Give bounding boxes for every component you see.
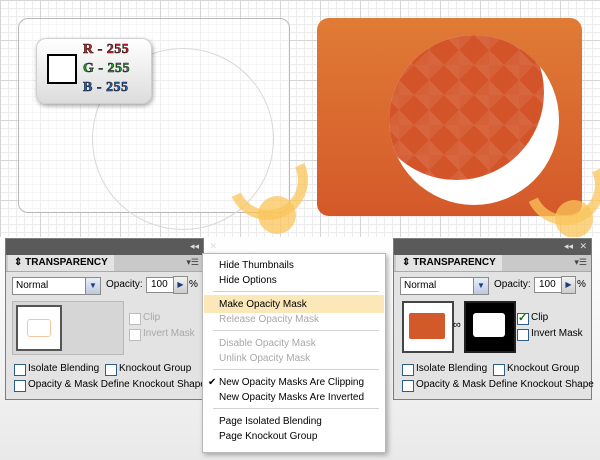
knockout-group-label: Knockout Group <box>119 363 192 374</box>
opacity-mask-knockout-checkbox[interactable] <box>402 380 414 392</box>
blend-mode-select[interactable]: Normal ▼ <box>12 277 101 295</box>
knockout-group-checkbox[interactable] <box>105 364 117 376</box>
panel-flyout-menu: Hide Thumbnails Hide Options Make Opacit… <box>202 253 386 453</box>
swoosh-dot <box>555 200 593 238</box>
panel-titlebar[interactable]: ◂◂ ✕ <box>394 239 591 255</box>
isolate-blending-label: Isolate Blending <box>28 363 100 374</box>
dropdown-arrow-icon: ▼ <box>85 278 100 294</box>
invert-mask-label: Invert Mask <box>531 328 583 339</box>
knockout-group-checkbox[interactable] <box>493 364 505 376</box>
blue-value: B - 255 <box>83 80 129 96</box>
opacity-input[interactable]: 100 <box>534 277 562 293</box>
clip-label: Clip <box>531 312 549 323</box>
percent-sign: % <box>189 279 198 290</box>
isolate-blending-checkbox[interactable] <box>14 364 26 376</box>
invert-mask-label: Invert Mask <box>143 328 195 339</box>
dropdown-arrow-icon: ▼ <box>473 278 488 294</box>
menu-item-unlink-opacity-mask[interactable]: Unlink Opacity Mask <box>219 353 310 364</box>
white-swatch <box>47 54 77 84</box>
tab-arrow-icon: ⇕ <box>402 257 411 268</box>
percent-sign: % <box>577 279 586 290</box>
menu-item-make-opacity-mask[interactable]: Make Opacity Mask <box>219 299 307 310</box>
mask-shape <box>473 313 505 337</box>
thumbnail-area <box>12 301 124 355</box>
artwork-thumbnail[interactable] <box>16 305 62 351</box>
artwork-thumbnail[interactable] <box>402 301 454 353</box>
menu-item-disable-opacity-mask[interactable]: Disable Opacity Mask <box>219 338 316 349</box>
thumbnail-shape <box>27 319 51 337</box>
opacity-input[interactable]: 100 <box>146 277 174 293</box>
tab-transparency[interactable]: ⇕ TRANSPARENCY <box>8 255 114 271</box>
opacity-mask-knockout-label: Opacity & Mask Define Knockout Shape <box>28 379 206 390</box>
menu-item-release-opacity-mask[interactable]: Release Opacity Mask <box>219 314 319 325</box>
checkmark-icon: ✔ <box>208 377 217 388</box>
red-value: R - 255 <box>83 42 130 58</box>
clip-checkbox[interactable]: ✓ <box>517 312 529 325</box>
green-value: G - 255 <box>83 61 131 77</box>
opacity-mask-knockout-label: Opacity & Mask Define Knockout Shape <box>416 379 594 390</box>
invert-mask-checkbox[interactable] <box>129 329 141 341</box>
blend-mode-select[interactable]: Normal ▼ <box>400 277 489 295</box>
rgb-color-badge: R - 255 G - 255 B - 255 <box>36 38 152 104</box>
opacity-dropdown-button[interactable]: ▶ <box>173 276 188 294</box>
masked-orange-circle <box>389 35 544 180</box>
menu-item-new-masks-inverted[interactable]: New Opacity Masks Are Inverted <box>219 392 364 403</box>
mask-thumbnail[interactable] <box>464 301 516 353</box>
opacity-label: Opacity: <box>106 279 143 290</box>
panel-menu-icon[interactable]: ▾☰ <box>186 257 199 268</box>
opacity-mask-knockout-checkbox[interactable] <box>14 380 26 392</box>
thumbnail-shape <box>409 313 445 339</box>
panel-menu-icon[interactable]: ▾☰ <box>574 257 587 268</box>
menu-divider <box>213 408 379 409</box>
collapse-icon[interactable]: ◂◂ <box>190 241 199 252</box>
artwork-canvas: R - 255 G - 255 B - 255 <box>0 0 600 238</box>
close-icon[interactable]: ✕ <box>209 241 217 252</box>
opacity-label: Opacity: <box>494 279 531 290</box>
swoosh-dot <box>258 196 296 234</box>
clip-label: Clip <box>143 312 161 323</box>
panel-titlebar[interactable]: ◂◂ ✕ <box>6 239 217 255</box>
transparency-panel-left: ◂◂ ✕ ⇕ TRANSPARENCY ▾☰ Normal ▼ Opacity:… <box>5 238 217 400</box>
opacity-dropdown-button[interactable]: ▶ <box>561 276 576 294</box>
menu-divider <box>213 330 379 331</box>
invert-mask-checkbox[interactable] <box>517 329 529 341</box>
close-icon[interactable]: ✕ <box>579 241 587 252</box>
menu-divider <box>213 291 379 292</box>
isolate-blending-label: Isolate Blending <box>416 363 488 374</box>
link-icon[interactable]: ∞ <box>453 319 461 331</box>
menu-divider <box>213 369 379 370</box>
tab-transparency[interactable]: ⇕ TRANSPARENCY <box>396 255 502 271</box>
menu-item-page-isolated-blending[interactable]: Page Isolated Blending <box>219 416 322 427</box>
collapse-icon[interactable]: ◂◂ <box>564 241 573 252</box>
menu-item-hide-options[interactable]: Hide Options <box>219 275 277 286</box>
menu-item-page-knockout-group[interactable]: Page Knockout Group <box>219 431 317 442</box>
clip-checkbox[interactable] <box>129 313 141 325</box>
knockout-group-label: Knockout Group <box>507 363 580 374</box>
menu-item-new-masks-clipping[interactable]: New Opacity Masks Are Clipping <box>219 377 364 388</box>
transparency-panel-right: ◂◂ ✕ ⇕ TRANSPARENCY ▾☰ Normal ▼ Opacity:… <box>393 238 594 400</box>
isolate-blending-checkbox[interactable] <box>402 364 414 376</box>
tab-arrow-icon: ⇕ <box>14 257 23 268</box>
checkmark-icon: ✓ <box>518 312 528 324</box>
menu-item-hide-thumbnails[interactable]: Hide Thumbnails <box>219 260 294 271</box>
